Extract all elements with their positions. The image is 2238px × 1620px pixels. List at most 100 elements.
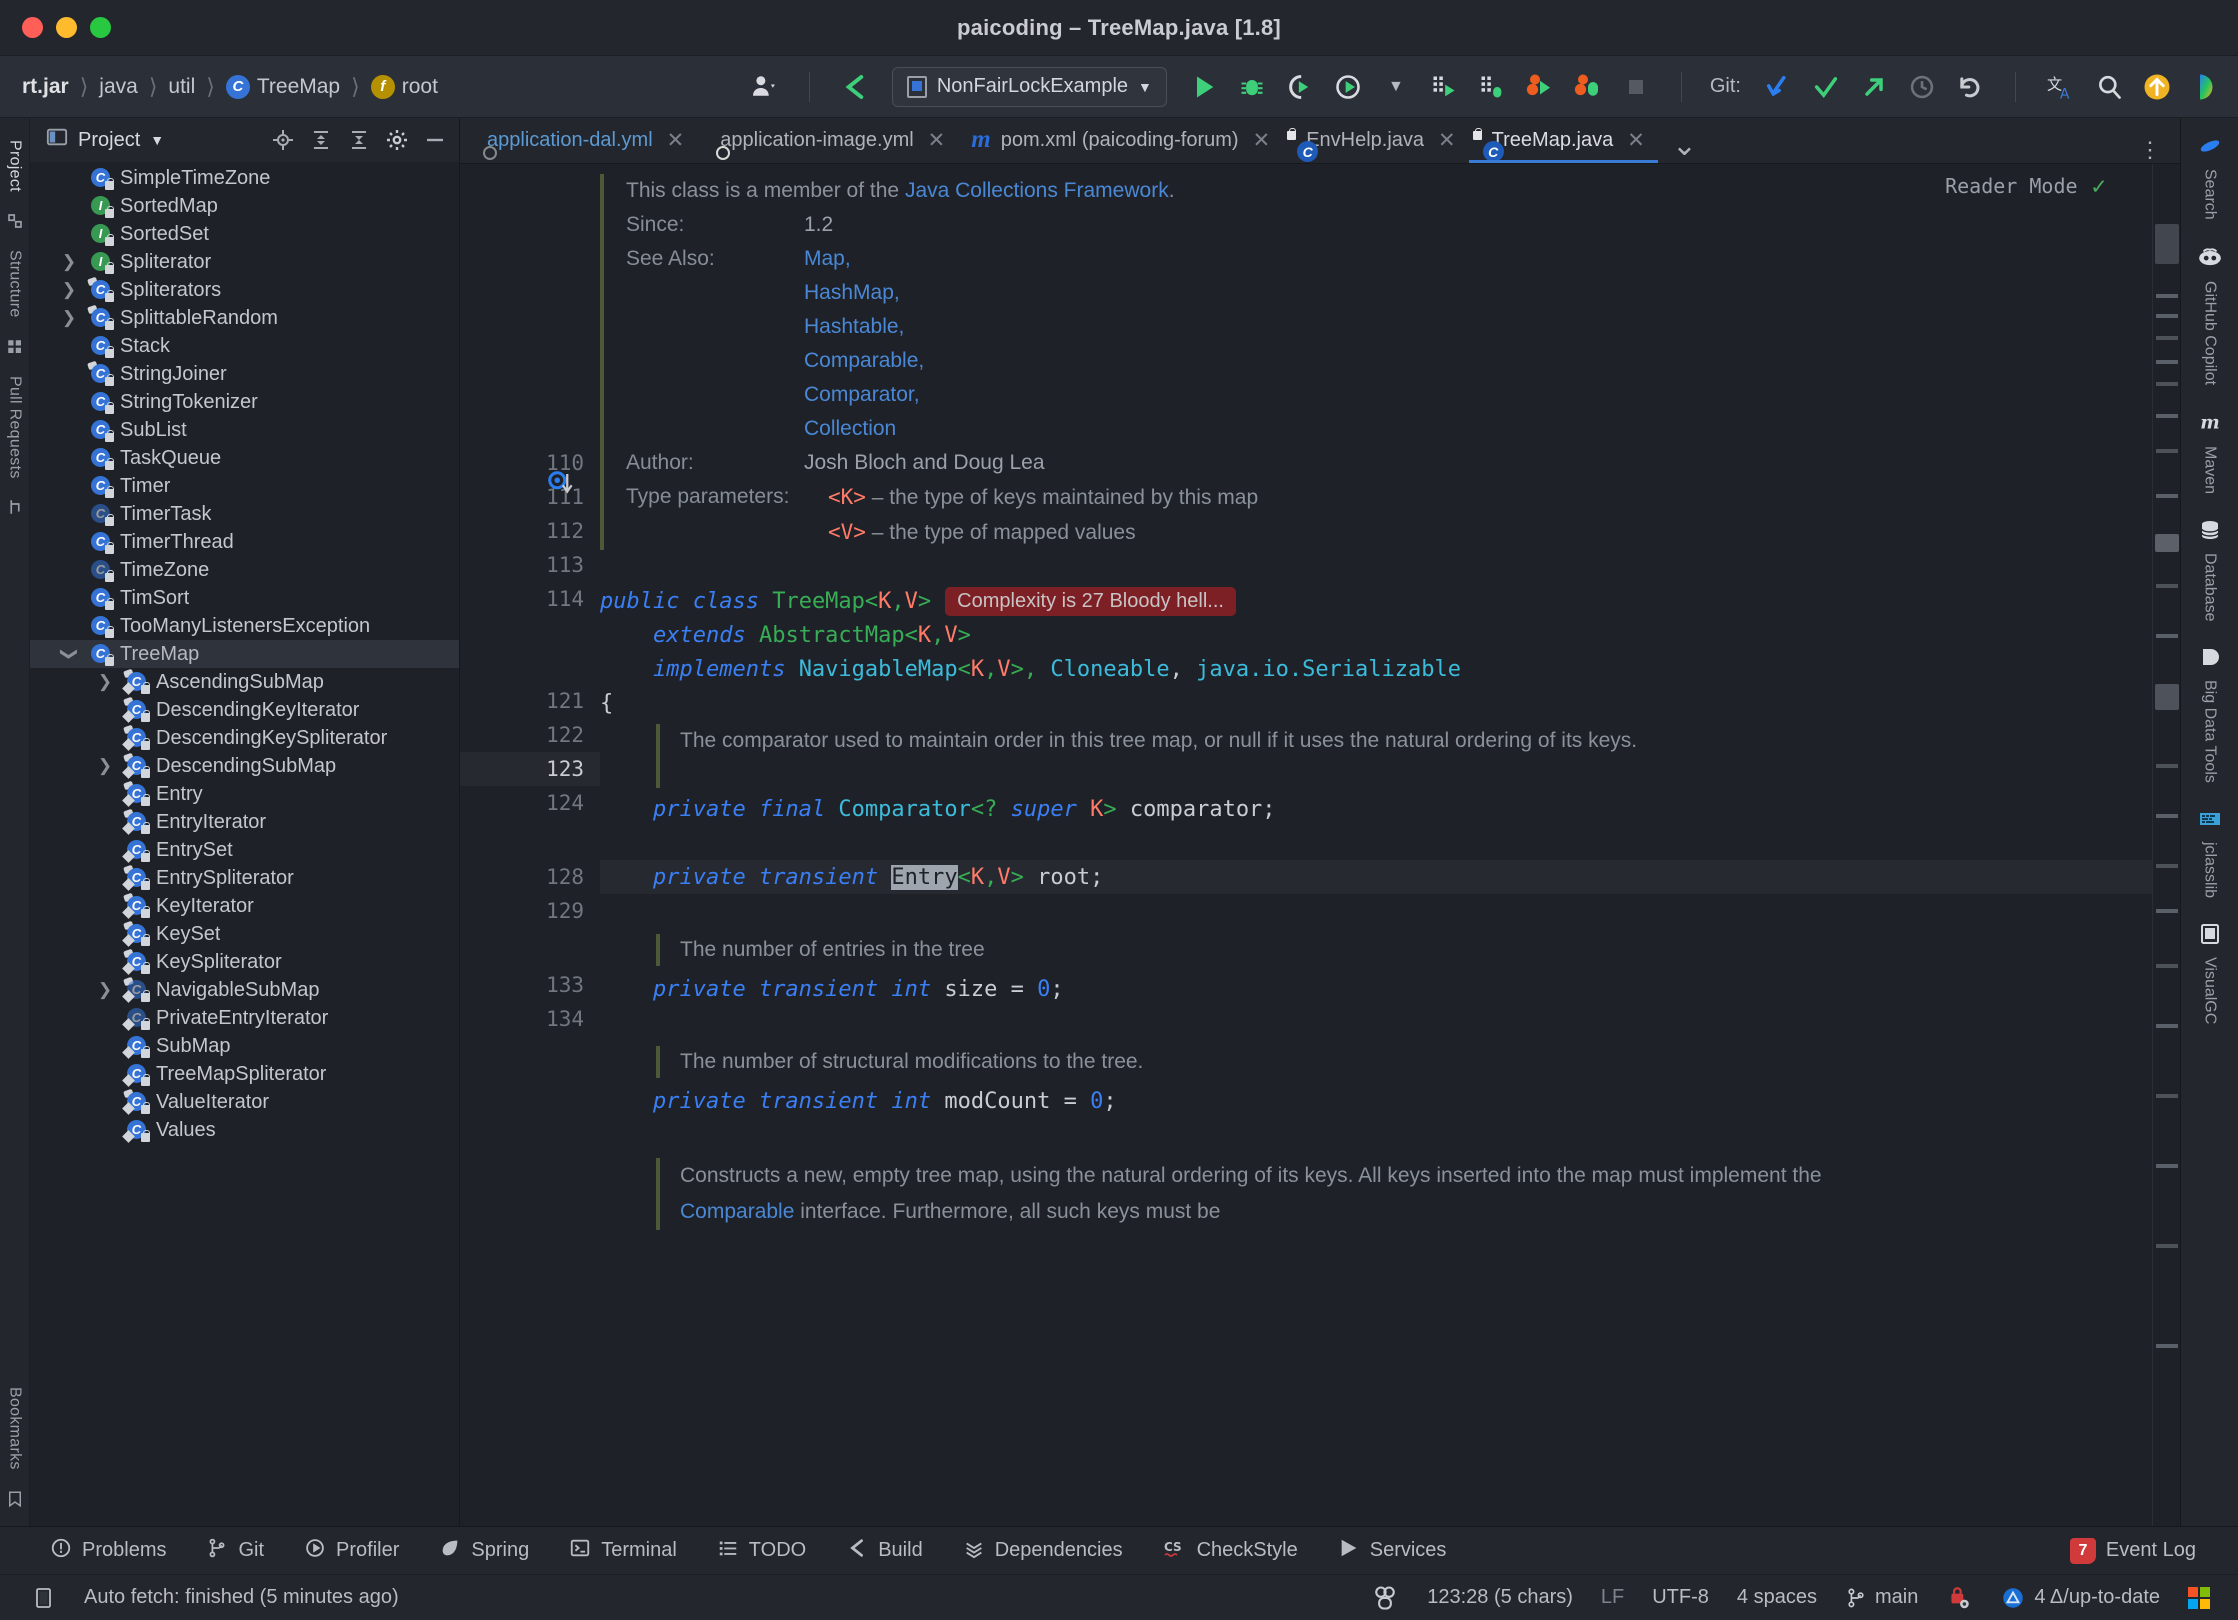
locate-icon[interactable]: [269, 126, 297, 154]
editor-tab-application-image-yml[interactable]: application-image.yml ✕: [697, 117, 958, 163]
stripe-mark[interactable]: [2156, 449, 2178, 453]
stripe-mark[interactable]: [2156, 314, 2178, 318]
chevron-right-icon[interactable]: ❯: [56, 280, 82, 300]
code-line-122[interactable]: [600, 826, 2152, 860]
vcs-sync-status[interactable]: 4 Δ/up-to-date: [1986, 1585, 2174, 1611]
tree-item-toomanylistenersexception[interactable]: C TooManyListenersException: [30, 612, 459, 640]
tree-item-stack[interactable]: C Stack: [30, 332, 459, 360]
sidebar-item-structure[interactable]: Structure: [6, 240, 24, 328]
close-tab-icon[interactable]: ✕: [1438, 128, 1456, 153]
project-panel-title[interactable]: Project ▼: [46, 126, 164, 154]
tree-item-ascendingsubmap[interactable]: ❯ C AscendingSubMap: [30, 668, 459, 696]
tree-item-spliterators[interactable]: ❯ C Spliterators: [30, 276, 459, 304]
stripe-mark[interactable]: [2156, 1244, 2178, 1248]
translate-icon[interactable]: 文A: [2044, 70, 2078, 104]
maximize-window-button[interactable]: [90, 17, 111, 38]
code-line-112[interactable]: extends AbstractMap < K, V >: [600, 618, 2152, 652]
editor-tab-bar[interactable]: application-dal.yml ✕ application-image.ym…: [460, 118, 2180, 164]
stripe-mark[interactable]: [2156, 584, 2178, 588]
git-branch-widget[interactable]: main: [1831, 1586, 1932, 1609]
tree-item-entryiterator[interactable]: C EntryIterator: [30, 808, 459, 836]
editor-tab-treemap-java[interactable]: C TreeMap.java ✕: [1468, 117, 1658, 163]
scrollbar-thumb-active[interactable]: [2155, 534, 2179, 552]
chevron-right-icon[interactable]: ❯: [92, 980, 118, 1000]
chevron-down-icon[interactable]: ▼: [150, 132, 164, 148]
commit-icon[interactable]: [6, 212, 24, 230]
tree-item-keyspliterator[interactable]: C KeySpliterator: [30, 948, 459, 976]
tree-item-entry[interactable]: C Entry: [30, 780, 459, 808]
stripe-mark[interactable]: [2156, 634, 2178, 638]
breadcrumb-item-root[interactable]: f root: [369, 74, 440, 99]
debug-icon[interactable]: [1235, 70, 1269, 104]
tree-item-navigablesubmap[interactable]: ❯ C NavigableSubMap: [30, 976, 459, 1004]
tool-window-problems[interactable]: Problems: [30, 1537, 186, 1565]
build-debug-icon[interactable]: [1475, 70, 1509, 104]
editor-tab-envhelp-java[interactable]: C EnvHelp.java ✕: [1283, 117, 1468, 163]
right-tool-tab-github-copilot[interactable]: GitHub Copilot: [2197, 244, 2223, 385]
right-tool-tab-visualgc[interactable]: VisualGC: [2198, 922, 2222, 1024]
stripe-mark[interactable]: [2156, 336, 2178, 340]
tree-item-entryspliterator[interactable]: C EntrySpliterator: [30, 864, 459, 892]
error-stripe-scrollbar[interactable]: [2152, 164, 2180, 1526]
git-rollback-icon[interactable]: [1953, 70, 1987, 104]
tree-item-spliterator[interactable]: ❯ I Spliterator: [30, 248, 459, 276]
breadcrumb-item-treemap[interactable]: C TreeMap: [224, 74, 342, 99]
hide-panel-icon[interactable]: [421, 126, 449, 154]
user-avatar-icon[interactable]: [747, 70, 781, 104]
right-tool-tab-maven[interactable]: m Maven: [2197, 409, 2223, 494]
tree-item-submap[interactable]: C SubMap: [30, 1032, 459, 1060]
code-view[interactable]: Reader Mode ✓ This class is a member of …: [600, 164, 2152, 1526]
complexity-badge[interactable]: Complexity is 27 Bloody hell...: [945, 586, 1236, 616]
tree-item-stringjoiner[interactable]: C StringJoiner: [30, 360, 459, 388]
tab-list-chevron-icon[interactable]: ⌄: [1658, 128, 1711, 163]
pull-request-icon[interactable]: [6, 498, 24, 516]
caret-position[interactable]: 123:28 (5 chars): [1413, 1586, 1587, 1609]
code-line-110[interactable]: [600, 550, 2152, 584]
chevron-down-icon[interactable]: ▼: [1379, 70, 1413, 104]
stripe-mark[interactable]: [2156, 864, 2178, 868]
tree-item-timsort[interactable]: C TimSort: [30, 584, 459, 612]
tool-window-checkstyle[interactable]: CS CheckStyle: [1143, 1536, 1318, 1566]
sidebar-item-project[interactable]: Project: [6, 130, 24, 202]
sidebar-item-bookmarks[interactable]: Bookmarks: [6, 1377, 24, 1480]
stripe-mark[interactable]: [2156, 414, 2178, 418]
code-line-133[interactable]: private transient int modCount = 0;: [600, 1084, 2152, 1118]
stripe-mark[interactable]: [2156, 360, 2178, 364]
collapse-all-icon[interactable]: [345, 126, 373, 154]
editor-tab-application-dal-yml[interactable]: application-dal.yml ✕: [464, 117, 697, 163]
javadoc-see-also-link[interactable]: Comparable,: [804, 344, 924, 378]
tree-item-values[interactable]: C Values: [30, 1116, 459, 1144]
tree-item-keyset[interactable]: C KeySet: [30, 920, 459, 948]
javadoc-link-comparable[interactable]: Comparable: [680, 1200, 794, 1223]
code-line-123[interactable]: private transient Entry < K, V > root;: [600, 860, 2152, 894]
scrollbar-thumb[interactable]: [2155, 684, 2179, 710]
editor-gutter[interactable]: 110 111 112 113 114 121 122 123 124 128 …: [460, 164, 600, 1526]
tree-item-sortedmap[interactable]: I SortedMap: [30, 192, 459, 220]
chevron-right-icon[interactable]: ❯: [56, 252, 82, 272]
code-line-134[interactable]: [600, 1118, 2152, 1152]
ai-assistant-icon[interactable]: [2188, 70, 2222, 104]
stripe-mark[interactable]: [2156, 294, 2178, 298]
breadcrumb[interactable]: rt.jar ⟩ java ⟩ util ⟩ C TreeMap ⟩ f roo…: [20, 74, 440, 100]
tool-window-services[interactable]: Services: [1318, 1537, 1467, 1565]
tree-item-timer[interactable]: C Timer: [30, 472, 459, 500]
javadoc-see-also-link[interactable]: Map,: [804, 242, 924, 276]
git-update-icon[interactable]: [1761, 70, 1795, 104]
profiler-icon[interactable]: [1331, 70, 1365, 104]
inspections-ok-icon[interactable]: ✓: [2092, 172, 2106, 200]
stripe-mark[interactable]: [2156, 494, 2178, 498]
selected-token-entry[interactable]: Entry: [891, 864, 958, 890]
search-icon[interactable]: [2092, 70, 2126, 104]
stripe-mark[interactable]: [2156, 1164, 2178, 1168]
editor-tab-pom-xml-paicoding-forum-[interactable]: m pom.xml (paicoding-forum) ✕: [958, 117, 1283, 163]
chevron-right-icon[interactable]: ❯: [92, 756, 118, 776]
updates-icon[interactable]: [2140, 70, 2174, 104]
right-tool-tab-big-data-tools[interactable]: Big Data Tools: [2198, 645, 2222, 783]
implemented-method-gutter-icon[interactable]: [546, 469, 576, 504]
code-line-124[interactable]: [600, 894, 2152, 928]
tree-item-taskqueue[interactable]: C TaskQueue: [30, 444, 459, 472]
chevron-right-icon[interactable]: ❯: [92, 672, 118, 692]
tree-item-stringtokenizer[interactable]: C StringTokenizer: [30, 388, 459, 416]
close-tab-icon[interactable]: ✕: [928, 128, 946, 153]
file-encoding[interactable]: UTF-8: [1638, 1586, 1723, 1609]
